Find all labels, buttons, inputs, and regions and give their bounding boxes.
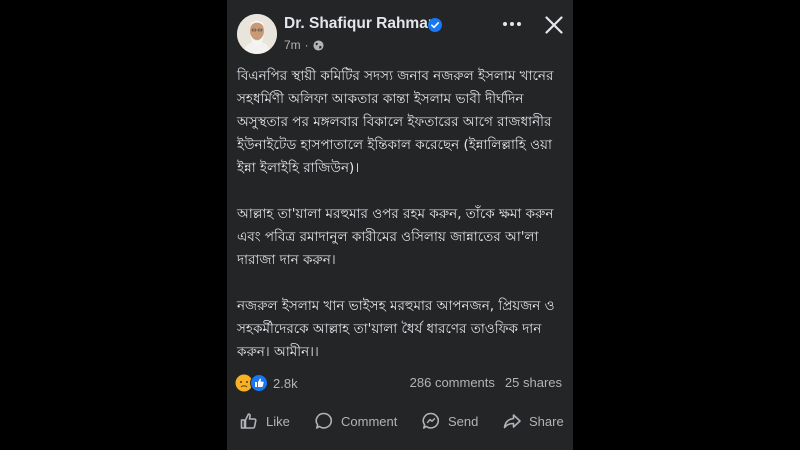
post-paragraph: নজরুল ইসলাম খান ভাইসহ মরহুমার আপনজন, প্র…: [237, 298, 555, 360]
post-paragraph: আল্লাহ তা'য়ালা মরহুমার ওপর রহম করুন, তা…: [237, 206, 554, 268]
author-avatar[interactable]: [237, 14, 277, 54]
send-button[interactable]: Send: [421, 411, 478, 431]
comments-count[interactable]: 286 comments: [410, 375, 495, 390]
post-body: বিএনপির স্থায়ী কমিটির সদস্য জনাব নজরুল …: [237, 65, 567, 387]
globe-icon: [313, 39, 324, 51]
like-button[interactable]: Like: [239, 411, 290, 431]
share-button[interactable]: Share: [502, 411, 564, 431]
send-label: Send: [448, 413, 479, 429]
shares-count[interactable]: 25 shares: [505, 375, 562, 390]
send-icon: [422, 412, 440, 429]
share-label: Share: [529, 413, 564, 429]
post-card: Dr. Shafiqur Rahman 7m · বিএনপির স্থায়ী…: [227, 0, 573, 450]
share-icon: [503, 414, 521, 429]
post-stats: 286 comments 25 shares: [410, 375, 562, 390]
like-icon: [240, 413, 257, 429]
more-options-button[interactable]: [501, 13, 523, 35]
post-time[interactable]: 7m: [284, 38, 301, 52]
comment-button[interactable]: Comment: [314, 411, 397, 431]
comment-icon: [315, 412, 333, 429]
more-icon: [503, 22, 521, 26]
reactions-summary[interactable]: 2.8k: [235, 372, 298, 394]
post-paragraph: বিএনপির স্থায়ী কমিটির সদস্য জনাব নজরুল …: [237, 68, 554, 176]
reaction-count: 2.8k: [273, 375, 298, 391]
author-name[interactable]: Dr. Shafiqur Rahman: [284, 15, 437, 33]
close-button[interactable]: [542, 13, 566, 37]
post-meta: 7m ·: [284, 38, 324, 52]
like-reaction-icon: [250, 374, 268, 392]
action-bar: Like Comment Send Share: [227, 405, 573, 437]
verified-badge-icon: [428, 18, 442, 32]
close-icon: [545, 16, 563, 34]
comment-label: Comment: [341, 413, 398, 429]
post-header: Dr. Shafiqur Rahman 7m ·: [227, 0, 573, 60]
like-label: Like: [266, 413, 290, 429]
